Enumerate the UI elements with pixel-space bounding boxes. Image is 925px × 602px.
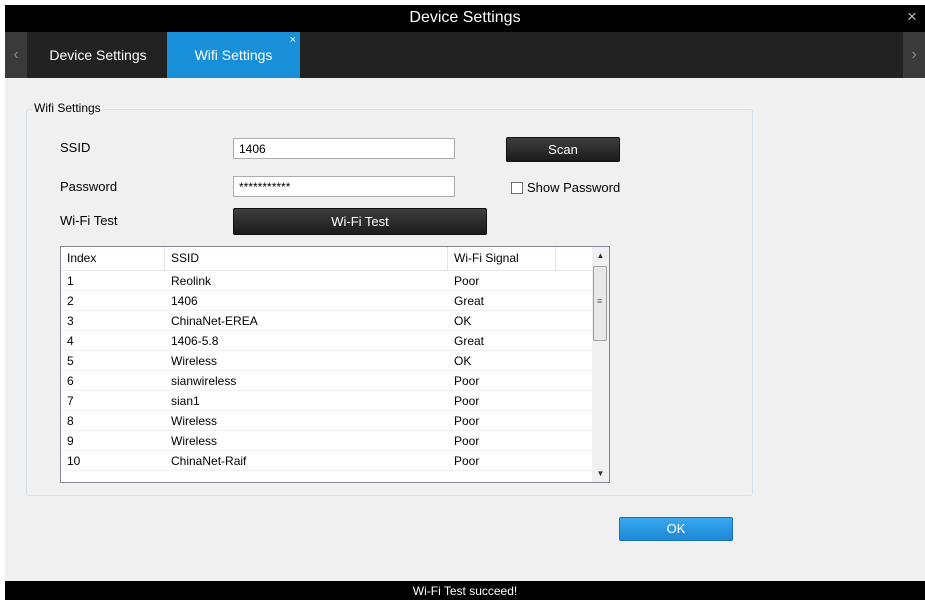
column-header-signal[interactable]: Wi-Fi Signal	[448, 247, 556, 270]
cell-signal: Great	[454, 294, 485, 308]
table-row[interactable]: 9 Wireless Poor	[61, 431, 593, 451]
cell-signal: Poor	[454, 394, 480, 408]
password-label: Password	[60, 179, 118, 194]
tab-wifi-settings[interactable]: Wifi Settings ×	[167, 32, 300, 78]
settings-window: Device Settings × ‹ Device Settings Wifi…	[5, 5, 925, 600]
tab-label: Device Settings	[49, 47, 147, 63]
cell-signal: Poor	[454, 434, 480, 448]
table-row[interactable]: 7 sian1 Poor	[61, 391, 593, 411]
cell-index: 10	[67, 454, 81, 468]
tab-device-settings[interactable]: Device Settings	[29, 32, 167, 78]
status-bar: Wi-Fi Test succeed!	[5, 581, 925, 600]
window-title: Device Settings	[409, 9, 521, 26]
cell-signal: Poor	[454, 414, 480, 428]
cell-index: 3	[67, 314, 74, 328]
wifi-test-label: Wi-Fi Test	[60, 213, 118, 228]
cell-ssid: Reolink	[171, 274, 212, 288]
show-password-checkbox[interactable]	[511, 182, 523, 194]
ssid-input[interactable]: 1406	[233, 138, 455, 159]
title-bar: Device Settings ×	[5, 5, 925, 32]
cell-ssid: 1406	[171, 294, 198, 308]
chevron-right-icon[interactable]: ›	[903, 32, 925, 78]
cell-index: 9	[67, 434, 74, 448]
cell-index: 4	[67, 334, 74, 348]
wifi-test-button[interactable]: Wi-Fi Test	[233, 208, 487, 235]
cell-index: 1	[67, 274, 74, 288]
cell-ssid: Wireless	[171, 354, 218, 368]
column-header-ssid[interactable]: SSID	[165, 247, 448, 270]
cell-index: 7	[67, 394, 74, 408]
table-row[interactable]: 2 1406 Great	[61, 291, 593, 311]
cell-ssid: sianwireless	[171, 374, 237, 388]
scroll-up-icon[interactable]: ▲	[592, 247, 609, 264]
chevron-left-icon[interactable]: ‹	[5, 32, 27, 78]
column-header-empty[interactable]	[556, 247, 593, 270]
wifi-network-list[interactable]: Index SSID Wi-Fi Signal 1 Reolink Poor 2…	[60, 246, 610, 483]
cell-index: 5	[67, 354, 74, 368]
cell-ssid: ChinaNet-EREA	[171, 314, 258, 328]
grip-icon: ≡	[597, 296, 603, 306]
cell-index: 2	[67, 294, 74, 308]
ssid-label: SSID	[60, 140, 91, 155]
table-row[interactable]: 6 sianwireless Poor	[61, 371, 593, 391]
cell-ssid: Wireless	[171, 414, 218, 428]
tab-bar: ‹ Device Settings Wifi Settings × ›	[5, 32, 925, 78]
cell-ssid: sian1	[171, 394, 200, 408]
cell-index: 8	[67, 414, 74, 428]
scrollbar-thumb[interactable]: ≡	[593, 266, 607, 341]
table-row[interactable]: 10 ChinaNet-Raif Poor	[61, 451, 593, 471]
group-title: Wifi Settings	[32, 101, 103, 115]
vertical-scrollbar[interactable]: ▲ ≡ ▼	[592, 247, 609, 482]
cell-signal: OK	[454, 354, 472, 368]
column-header-index[interactable]: Index	[61, 247, 165, 270]
list-header: Index SSID Wi-Fi Signal	[61, 247, 593, 271]
cell-signal: Poor	[454, 454, 480, 468]
cell-signal: Great	[454, 334, 485, 348]
table-row[interactable]: 4 1406-5.8 Great	[61, 331, 593, 351]
cell-signal: OK	[454, 314, 472, 328]
tab-label: Wifi Settings	[194, 47, 273, 63]
cell-ssid: 1406-5.8	[171, 334, 219, 348]
cell-ssid: ChinaNet-Raif	[171, 454, 247, 468]
cell-ssid: Wireless	[171, 434, 218, 448]
wifi-settings-panel: Wifi Settings SSID 1406 Scan Password **…	[5, 78, 925, 581]
cell-index: 6	[67, 374, 74, 388]
show-password-label[interactable]: Show Password	[527, 180, 620, 195]
table-row[interactable]: 1 Reolink Poor	[61, 271, 593, 291]
close-icon[interactable]: ×	[903, 7, 921, 27]
tab-close-icon[interactable]: ×	[290, 34, 296, 46]
table-row[interactable]: 5 Wireless OK	[61, 351, 593, 371]
cell-signal: Poor	[454, 274, 480, 288]
table-row[interactable]: 3 ChinaNet-EREA OK	[61, 311, 593, 331]
table-row[interactable]: 8 Wireless Poor	[61, 411, 593, 431]
scroll-down-icon[interactable]: ▼	[592, 465, 609, 482]
cell-signal: Poor	[454, 374, 480, 388]
scan-button[interactable]: Scan	[506, 137, 620, 162]
ok-button[interactable]: OK	[619, 517, 733, 541]
password-input[interactable]: ***********	[233, 176, 455, 197]
